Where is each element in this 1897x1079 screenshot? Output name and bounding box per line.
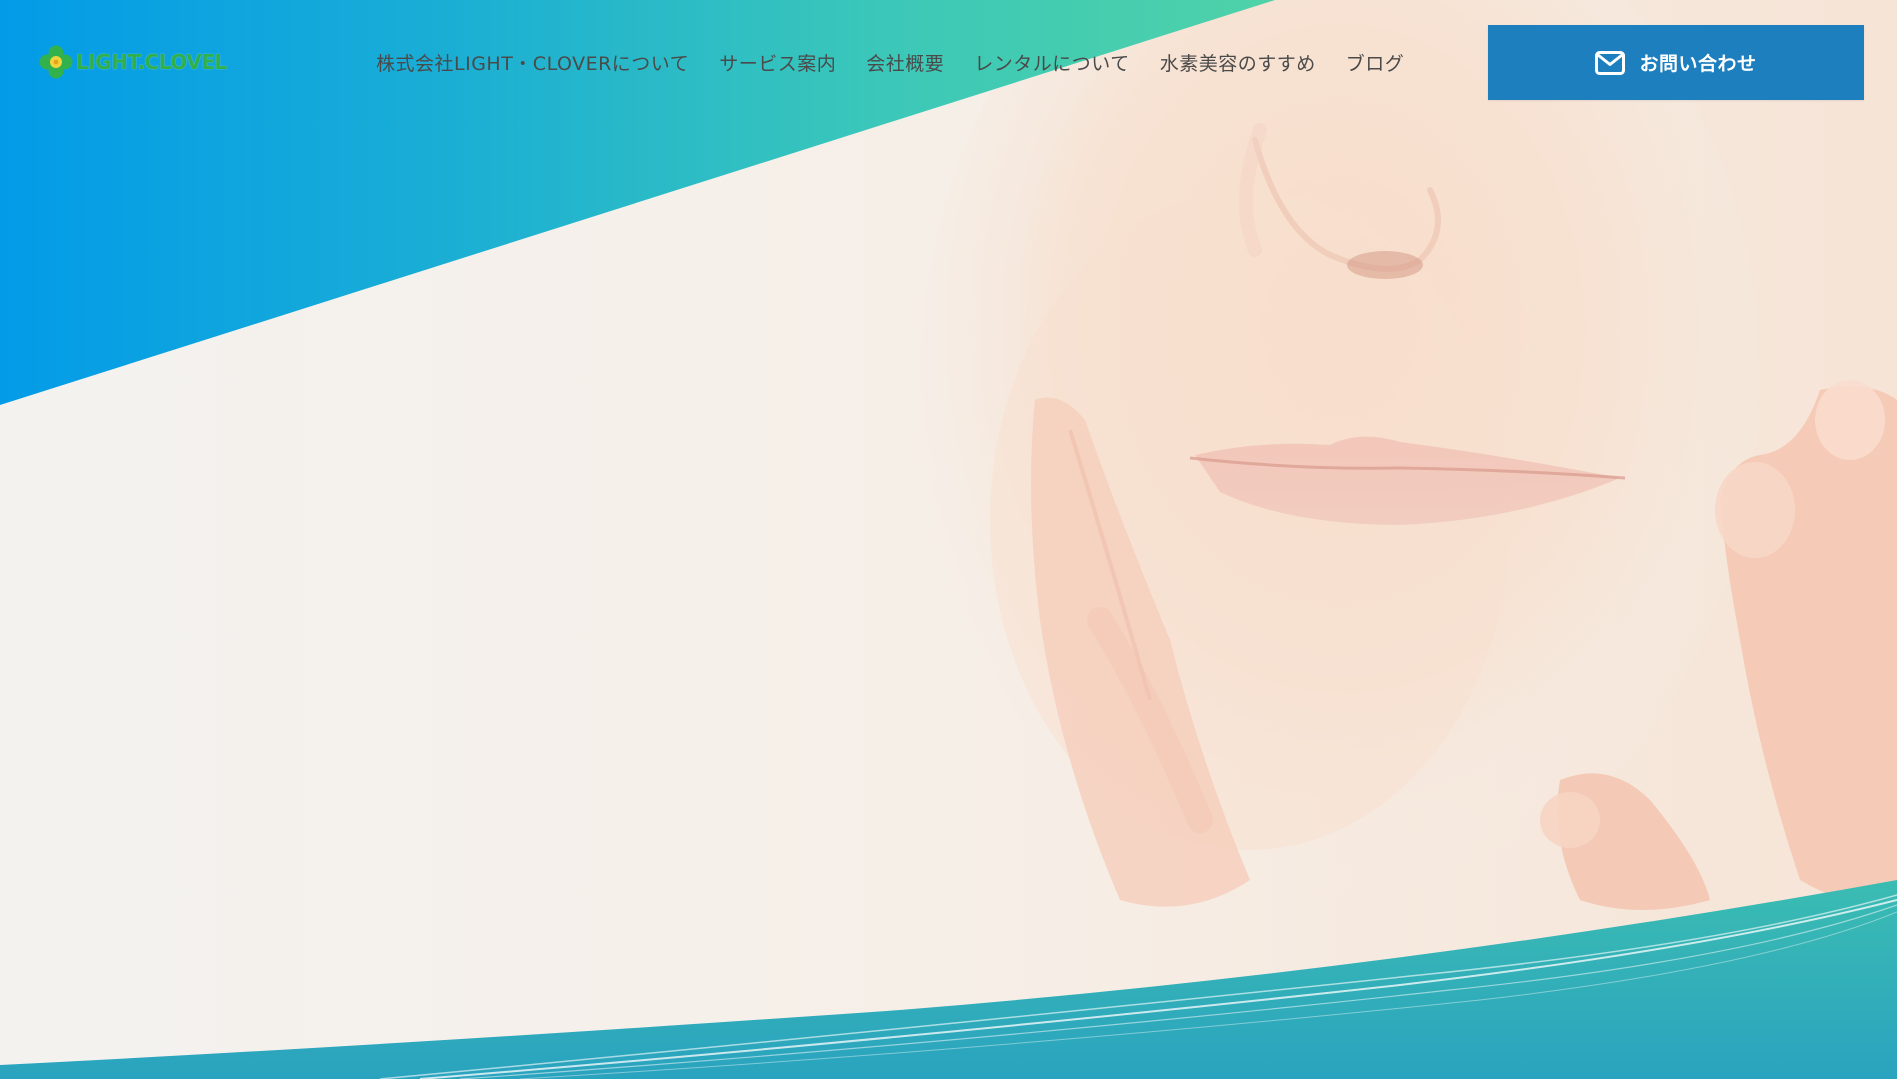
nav-item-company[interactable]: 会社概要 xyxy=(866,49,944,76)
logo-text: LIGHT.CLOVEL xyxy=(76,50,227,74)
nav-item-hydrogen-beauty[interactable]: 水素美容のすすめ xyxy=(1160,49,1316,76)
main-navigation: 株式会社LIGHT・CLOVERについて サービス案内 会社概要 レンタルについ… xyxy=(376,44,1404,80)
site-logo[interactable]: LIGHT.CLOVEL xyxy=(38,42,227,82)
contact-button[interactable]: お問い合わせ xyxy=(1488,25,1864,100)
nav-item-rental[interactable]: レンタルについて xyxy=(974,49,1129,76)
clover-icon xyxy=(39,45,73,79)
envelope-icon xyxy=(1595,50,1626,75)
page: LIGHT.CLOVEL 株式会社LIGHT・CLOVERについて サービス案内… xyxy=(0,0,1897,1079)
contact-button-label: お問い合わせ xyxy=(1639,53,1757,75)
nav-item-about[interactable]: 株式会社LIGHT・CLOVERについて xyxy=(376,49,689,76)
nav-item-blog[interactable]: ブログ xyxy=(1346,49,1405,76)
site-header: LIGHT.CLOVEL 株式会社LIGHT・CLOVERについて サービス案内… xyxy=(0,0,1897,124)
nav-item-services[interactable]: サービス案内 xyxy=(719,49,836,76)
hero-background xyxy=(0,0,1897,1079)
